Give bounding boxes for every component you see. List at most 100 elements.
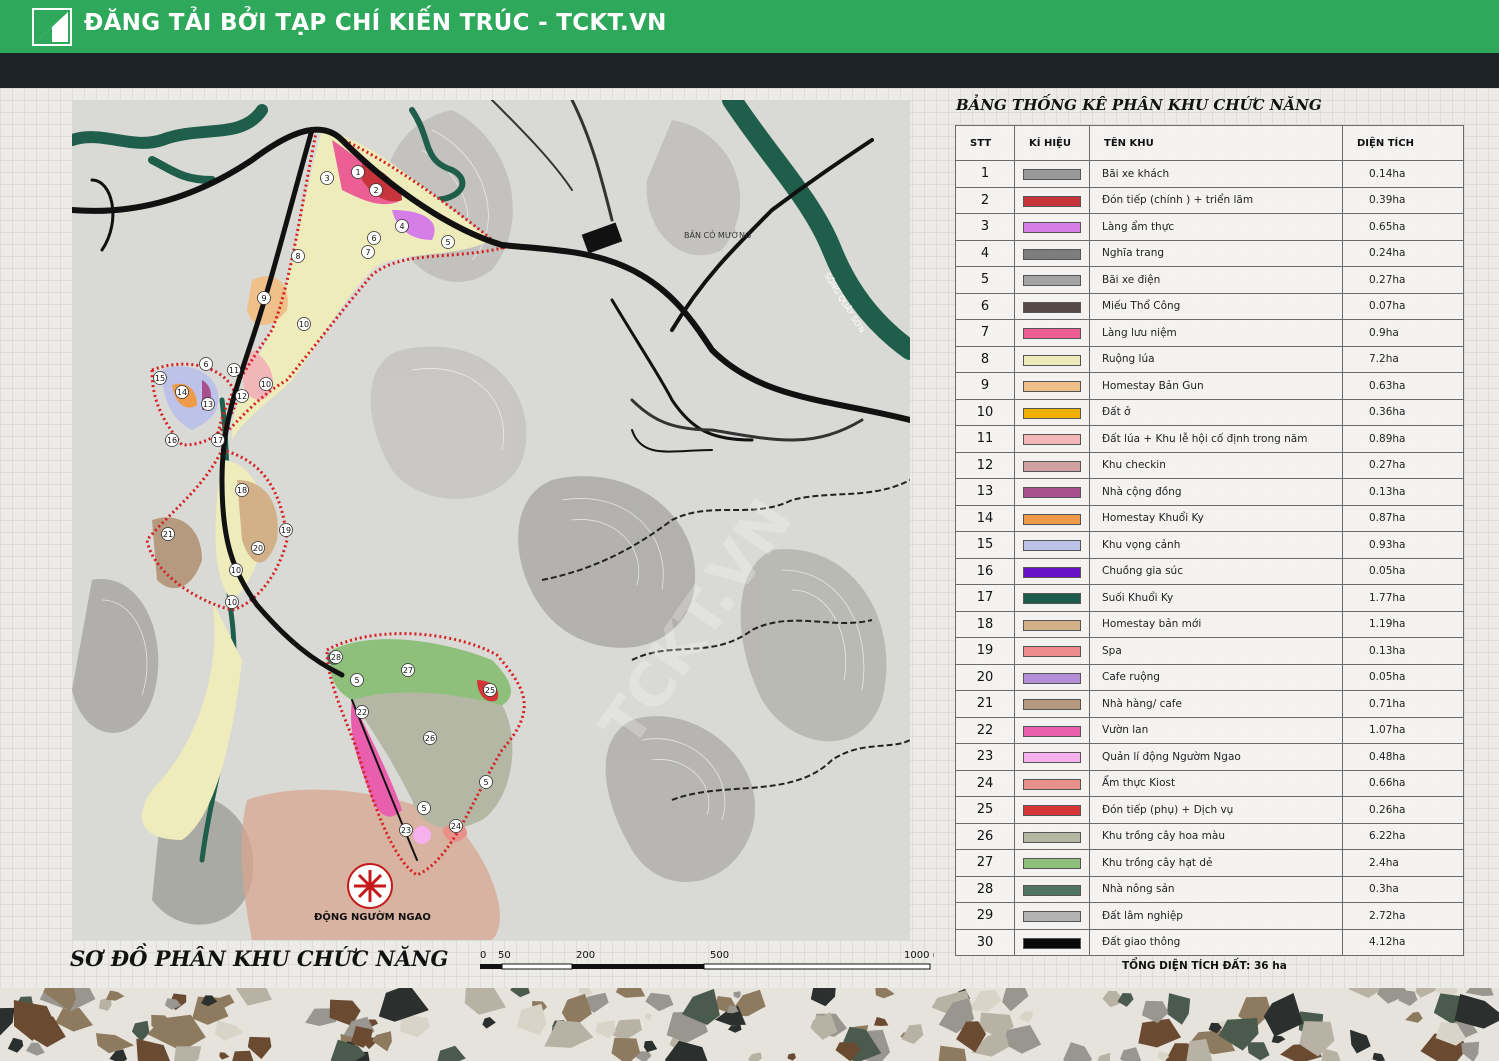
- header-stt: STT: [955, 125, 1015, 161]
- scale-tick-label: 1000 (M): [904, 950, 934, 961]
- row-name: Vườn lan: [1089, 716, 1343, 744]
- row-name: Suối Khuổi Ky: [1089, 584, 1343, 612]
- terrazzo-chip: [236, 988, 272, 1006]
- row-name: Homestay bản mới: [1089, 610, 1343, 638]
- row-symbol: [1014, 504, 1090, 532]
- row-symbol: [1014, 160, 1090, 188]
- row-stt: 15: [955, 531, 1015, 559]
- row-stt: 17: [955, 584, 1015, 612]
- row-name: Cafe ruộng: [1089, 663, 1343, 691]
- zone-marker: 24: [449, 819, 463, 833]
- terrazzo-chip: [95, 1033, 135, 1054]
- row-stt: 4: [955, 239, 1015, 267]
- zone-marker: 6: [367, 231, 381, 245]
- row-symbol: [1014, 822, 1090, 850]
- scale-tick-label: 200: [576, 950, 595, 961]
- legend-swatch: [1023, 725, 1081, 737]
- terrazzo-chip: [1461, 1041, 1480, 1061]
- zone-marker-label: 5: [483, 778, 488, 787]
- row-area: 0.65ha: [1342, 213, 1464, 241]
- terrazzo-chip: [1018, 1011, 1033, 1023]
- row-stt: 13: [955, 478, 1015, 506]
- zone-marker: 25: [483, 683, 497, 697]
- zone-marker-label: 10: [299, 320, 309, 329]
- row-name: Khu vọng cảnh: [1089, 531, 1343, 559]
- legend-swatch: [1023, 328, 1081, 340]
- row-name: Homestay Bản Gun: [1089, 372, 1343, 400]
- header-area: DIỆN TÍCH: [1342, 125, 1464, 161]
- table-row: 19 Spa 0.13ha: [955, 637, 1464, 665]
- terrazzo-chip: [1002, 988, 1029, 1012]
- dark-header-bar: [0, 53, 1499, 88]
- banner-title: ĐĂNG TẢI BỞI TẠP CHÍ KIẾN TRÚC - TCKT.VN: [84, 10, 667, 36]
- row-stt: 8: [955, 345, 1015, 373]
- legend-swatch: [1023, 858, 1081, 870]
- legend-swatch: [1023, 407, 1081, 419]
- row-symbol: [1014, 239, 1090, 267]
- zoning-map: BẢN CỎ MƯỜNG SÔNG QUÂY SƠN ĐỘNG NGƯỜM NG…: [72, 100, 910, 940]
- row-symbol: [1014, 186, 1090, 214]
- row-area: 0.63ha: [1342, 372, 1464, 400]
- terrazzo-chip: [615, 988, 646, 998]
- terrazzo-chip: [728, 1024, 742, 1033]
- terrazzo-chip: [1138, 1018, 1182, 1048]
- row-stt: 12: [955, 451, 1015, 479]
- row-symbol: [1014, 478, 1090, 506]
- terrazzo-chip: [25, 1042, 45, 1056]
- table-row: 27 Khu trồng cây hạt dẻ 2.4ha: [955, 849, 1464, 877]
- row-stt: 27: [955, 849, 1015, 877]
- row-name: Đón tiếp (phụ) + Dịch vụ: [1089, 796, 1343, 824]
- row-name: Làng lưu niệm: [1089, 319, 1343, 347]
- table-row: 8 Ruộng lúa 7.2ha: [955, 345, 1464, 373]
- terrazzo-chip: [968, 989, 1002, 1012]
- table-row: 18 Homestay bản mới 1.19ha: [955, 610, 1464, 638]
- row-name: Đất lâm nghiệp: [1089, 902, 1343, 930]
- table-row: 30 Đất giao thông 4.12ha: [955, 928, 1464, 956]
- terrazzo-chip: [371, 1031, 392, 1052]
- terrazzo-chip: [611, 1037, 641, 1061]
- table-row: 9 Homestay Bản Gun 0.63ha: [955, 372, 1464, 400]
- zone-marker: 20: [251, 541, 265, 555]
- legend-swatch: [1023, 752, 1081, 764]
- row-symbol: [1014, 743, 1090, 771]
- row-name: Ruộng lúa: [1089, 345, 1343, 373]
- legend-swatch: [1023, 354, 1081, 366]
- row-name: Homestay Khuổi Ky: [1089, 504, 1343, 532]
- zone-marker-label: 21: [163, 530, 173, 539]
- terrazzo-chip: [215, 1020, 243, 1041]
- zone-marker-label: 26: [425, 734, 435, 743]
- terrazzo-chip: [873, 1016, 889, 1026]
- zone-marker: 5: [417, 801, 431, 815]
- zone-marker-label: 11: [229, 366, 239, 375]
- row-symbol: [1014, 292, 1090, 320]
- zone-marker: 12: [235, 389, 249, 403]
- zone-marker: 22: [355, 705, 369, 719]
- row-symbol: [1014, 928, 1090, 956]
- zone-marker: 27: [401, 663, 415, 677]
- zone-marker-label: 6: [371, 234, 376, 243]
- row-stt: 7: [955, 319, 1015, 347]
- header-name: TÊN KHU: [1089, 125, 1343, 161]
- zone-marker-label: 9: [261, 294, 266, 303]
- table-row: 23 Quản lí động Ngườm Ngao 0.48ha: [955, 743, 1464, 771]
- zone-marker-label: 24: [451, 822, 461, 831]
- terrazzo-chip: [875, 988, 895, 999]
- row-name: Bãi xe khách: [1089, 160, 1343, 188]
- zone-marker-label: 19: [281, 526, 291, 535]
- zone-marker-label: 15: [155, 374, 165, 383]
- table-row: 22 Vườn lan 1.07ha: [955, 716, 1464, 744]
- terrazzo-chip: [810, 988, 836, 1007]
- zone-marker: 19: [279, 523, 293, 537]
- zone-marker-label: 5: [421, 804, 426, 813]
- top-banner: ĐĂNG TẢI BỞI TẠP CHÍ KIẾN TRÚC - TCKT.VN: [0, 0, 1499, 53]
- terrazzo-chip: [1372, 1052, 1386, 1061]
- legend-swatch: [1023, 487, 1081, 499]
- row-symbol: [1014, 637, 1090, 665]
- legend-swatch: [1023, 619, 1081, 631]
- zoning-stats-table: STT KÍ HIỆU TÊN KHU DIỆN TÍCH 1 Bãi xe kh…: [955, 125, 1464, 956]
- zone-marker-label: 7: [365, 248, 370, 257]
- row-stt: 2: [955, 186, 1015, 214]
- terrazzo-chip: [0, 1007, 15, 1036]
- zone-marker-label: 28: [331, 653, 341, 662]
- row-symbol: [1014, 425, 1090, 453]
